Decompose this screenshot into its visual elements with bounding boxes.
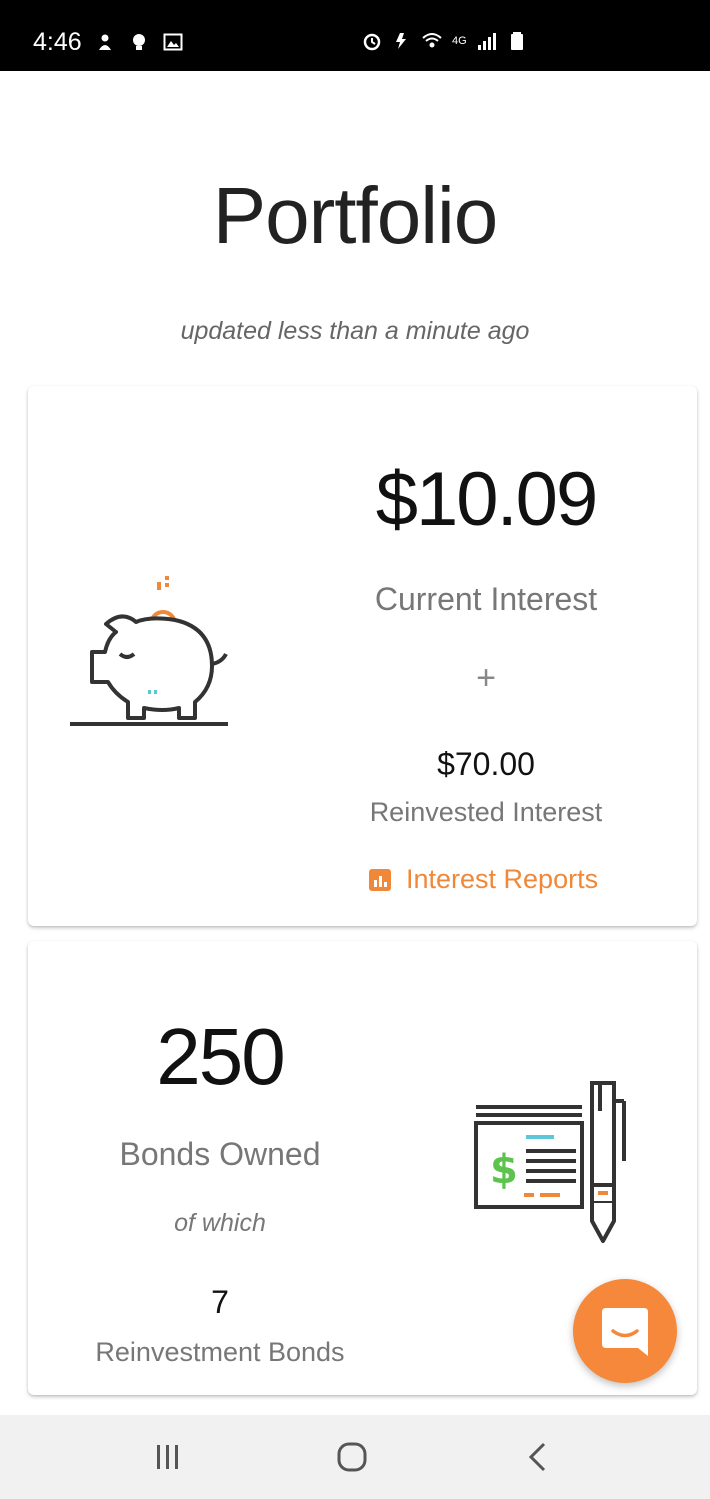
interest-reports-link[interactable]: Interest Reports — [368, 864, 648, 895]
plus-sign: + — [476, 659, 496, 697]
battery-icon — [510, 32, 523, 50]
status-time: 4:46 — [33, 28, 82, 56]
lightbulb-icon — [133, 34, 145, 50]
reinvestment-bonds-label: Reinvestment Bonds — [95, 1337, 345, 1367]
current-interest-label: Current Interest — [374, 581, 598, 617]
bar-chart-icon — [369, 868, 391, 891]
of-which-label: of which — [174, 1209, 266, 1237]
reinvested-interest-amount: $70.00 — [437, 746, 535, 782]
status-bar: 4:46 4G — [0, 0, 710, 71]
last-updated-text: updated less than a minute ago — [180, 317, 530, 345]
data-saver-icon — [396, 33, 406, 49]
home-button[interactable] — [332, 1437, 372, 1477]
chat-button[interactable] — [573, 1279, 677, 1383]
reinvested-interest-label: Reinvested Interest — [369, 797, 603, 827]
image-icon — [163, 33, 183, 51]
interest-reports-label: Interest Reports — [406, 864, 599, 894]
notification-app-icon — [99, 34, 111, 50]
svg-text:$: $ — [490, 1147, 518, 1193]
chat-icon — [602, 1308, 648, 1356]
bonds-owned-count: 250 — [156, 1012, 285, 1101]
current-interest-amount: $10.09 — [375, 457, 598, 542]
bonds-owned-label: Bonds Owned — [119, 1136, 321, 1172]
wifi-icon — [422, 33, 442, 48]
recents-button[interactable] — [148, 1437, 188, 1477]
system-nav-bar — [0, 1415, 710, 1499]
reinvestment-bonds-count: 7 — [211, 1284, 229, 1320]
interest-card: $10.09 Current Interest + $70.00 Reinves… — [28, 386, 697, 926]
status-right-icons: 4G — [362, 31, 527, 51]
back-button[interactable] — [518, 1437, 558, 1477]
cheque-pen-icon: $ — [474, 1081, 626, 1243]
alarm-icon — [363, 33, 381, 51]
network-type-label: 4G — [452, 35, 467, 47]
signal-icon — [477, 33, 496, 50]
page-title: Portfolio — [212, 171, 498, 260]
piggy-bank-icon — [70, 576, 228, 726]
status-left-icons — [95, 32, 183, 52]
